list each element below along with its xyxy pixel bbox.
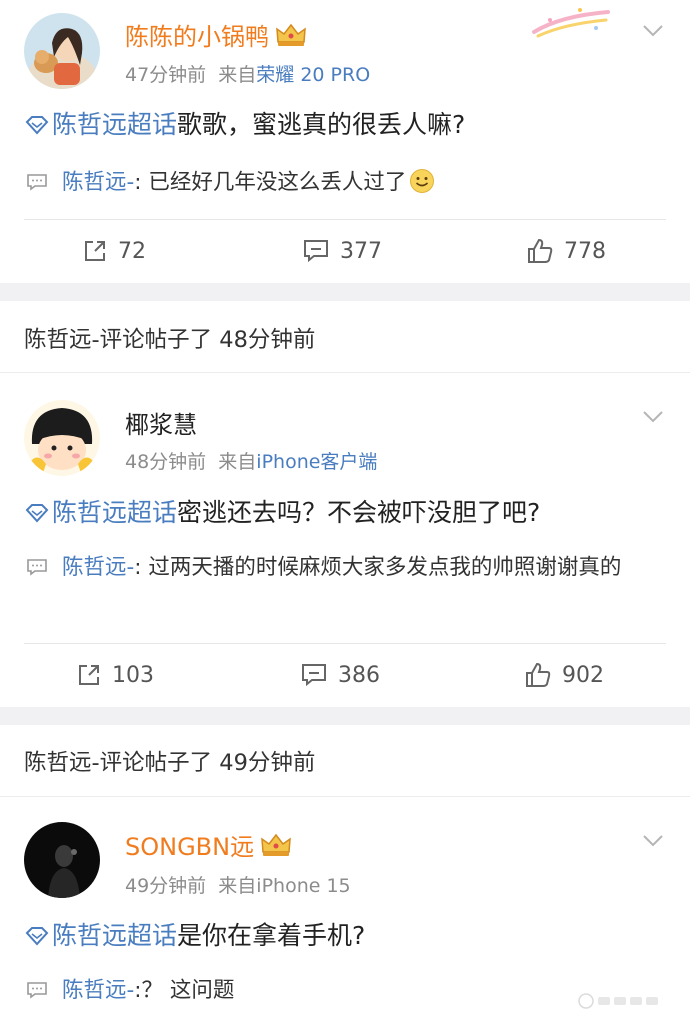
topic-diamond-icon — [25, 927, 49, 946]
sparkle-sticker — [532, 8, 610, 38]
post-meta: 48分钟前 来自iPhone客户端 — [125, 451, 378, 473]
notice-text: 陈哲远-评论帖子了 48分钟前 — [24, 327, 316, 353]
comment-notice-1[interactable]: 陈哲远-评论帖子了 48分钟前 — [0, 301, 690, 373]
notice-text: 陈哲远-评论帖子了 49分钟前 — [24, 750, 316, 776]
comment-icon — [304, 240, 328, 263]
repost-button[interactable]: 103 — [76, 655, 154, 695]
watermark-logo — [578, 993, 658, 1009]
avatar-post-2[interactable] — [24, 400, 100, 476]
crown-icon — [276, 23, 306, 46]
source-label: iPhone 15 — [256, 875, 351, 897]
repost-button[interactable]: 72 — [82, 231, 146, 271]
username[interactable]: 椰浆慧 — [125, 410, 197, 440]
chevron-down-icon[interactable] — [642, 834, 664, 848]
divider — [0, 796, 690, 797]
post-meta: 49分钟前 来自iPhone 15 — [125, 875, 351, 897]
comment-button[interactable]: 386 — [300, 655, 380, 695]
post-text: 陈哲远超话歌歌，蜜逃真的很丢人嘛? — [24, 108, 465, 142]
separator-band — [0, 283, 690, 301]
divider — [0, 372, 690, 373]
like-button[interactable]: 902 — [524, 655, 604, 695]
action-bar: 103 386 902 — [0, 655, 690, 695]
topic-diamond-icon — [25, 116, 49, 135]
comment-icon — [302, 664, 326, 687]
topic-link[interactable]: 陈哲远超话 — [52, 110, 177, 139]
action-bar: 72 377 778 — [0, 231, 690, 271]
post-card-2[interactable]: 椰浆慧 48分钟前 来自iPhone客户端 陈哲远超话密逃还去吗？不会被吓没胆了… — [0, 374, 690, 707]
source-link[interactable]: iPhone客户端 — [256, 451, 377, 473]
repost-icon — [85, 241, 105, 261]
comment-notice-2[interactable]: 陈哲远-评论帖子了 49分钟前 — [0, 725, 690, 797]
post-card-1[interactable]: 陈陈的小锅鸭 47分钟前 来自荣耀 20 PRO 陈哲远超话歌歌，蜜逃真的很丢人… — [0, 0, 690, 283]
avatar-post-3[interactable] — [24, 822, 100, 898]
repost-icon — [79, 665, 99, 685]
divider — [24, 219, 666, 220]
post-text: 陈哲远超话密逃还去吗？不会被吓没胆了吧? — [24, 496, 540, 530]
post-meta: 47分钟前 来自荣耀 20 PRO — [125, 64, 371, 86]
username[interactable]: 陈陈的小锅鸭 — [125, 22, 307, 52]
topic-link[interactable]: 陈哲远超话 — [52, 498, 177, 527]
source-link[interactable]: 荣耀 20 PRO — [256, 64, 370, 86]
avatar-post-1[interactable] — [24, 13, 100, 89]
username[interactable]: SONGBN远 — [125, 832, 292, 862]
reply-preview[interactable]: 陈哲远-: 已经好几年没这么丢人过了 — [24, 164, 674, 201]
reply-bubble-icon — [27, 174, 47, 191]
reply-preview[interactable]: 陈哲远-: 过两天播的时候麻烦大家多发点我的帅照谢谢真的 — [24, 549, 674, 586]
comment-button[interactable]: 377 — [302, 231, 382, 271]
post-card-3[interactable]: SONGBN远 49分钟前 来自iPhone 15 陈哲远超话是你在拿着手机? … — [0, 798, 690, 1017]
reply-author[interactable]: 陈哲远- — [62, 170, 134, 195]
crown-icon — [261, 833, 291, 856]
reply-author[interactable]: 陈哲远- — [62, 978, 134, 1003]
reply-author[interactable]: 陈哲远- — [62, 555, 134, 580]
separator-band — [0, 707, 690, 725]
smile-emoji-icon — [410, 169, 435, 193]
topic-link[interactable]: 陈哲远超话 — [52, 921, 177, 950]
divider — [24, 643, 666, 644]
reply-bubble-icon — [27, 559, 47, 576]
topic-diamond-icon — [25, 504, 49, 523]
chevron-down-icon[interactable] — [642, 24, 664, 38]
post-text: 陈哲远超话是你在拿着手机? — [24, 919, 365, 953]
chevron-down-icon[interactable] — [642, 410, 664, 424]
like-button[interactable]: 778 — [526, 231, 606, 271]
like-icon — [526, 662, 551, 687]
like-icon — [528, 238, 553, 263]
reply-bubble-icon — [27, 982, 47, 999]
